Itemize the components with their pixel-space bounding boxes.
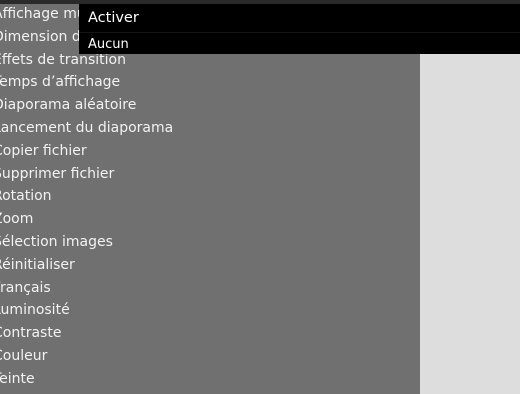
submenu-popup: Activer Aucun xyxy=(79,4,520,54)
submenu-option-activer[interactable]: Activer xyxy=(88,10,139,26)
settings-menu-panel: Affichage multiple Dimension d'image Eff… xyxy=(0,0,420,394)
menu-item-rotation[interactable]: Rotation xyxy=(0,185,173,208)
submenu-divider xyxy=(79,32,520,33)
submenu-option-aucun[interactable]: Aucun xyxy=(88,37,129,52)
menu-item-diaporama-aleatoire[interactable]: Diaporama aléatoire xyxy=(0,94,173,117)
menu-item-luminosite[interactable]: Luminosité xyxy=(0,299,173,322)
menu-item-reinitialiser[interactable]: Réinitialiser xyxy=(0,254,173,277)
menu-item-contraste[interactable]: Contraste xyxy=(0,322,173,345)
menu-item-couleur[interactable]: Couleur xyxy=(0,345,173,368)
screen: Affichage multiple Dimension d'image Eff… xyxy=(0,0,520,394)
settings-menu-list: Affichage multiple Dimension d'image Eff… xyxy=(0,3,173,391)
menu-item-selection-images[interactable]: Sélection images xyxy=(0,231,173,254)
menu-item-lancement-diaporama[interactable]: Lancement du diaporama xyxy=(0,117,173,140)
menu-item-teinte[interactable]: Teinte xyxy=(0,368,173,391)
menu-item-langue[interactable]: Français xyxy=(0,277,173,300)
menu-item-supprimer-fichier[interactable]: Supprimer fichier xyxy=(0,163,173,186)
menu-item-zoom[interactable]: Zoom xyxy=(0,208,173,231)
preview-area xyxy=(420,0,520,394)
menu-item-temps-affichage[interactable]: Temps d’affichage xyxy=(0,71,173,94)
menu-item-copier-fichier[interactable]: Copier fichier xyxy=(0,140,173,163)
